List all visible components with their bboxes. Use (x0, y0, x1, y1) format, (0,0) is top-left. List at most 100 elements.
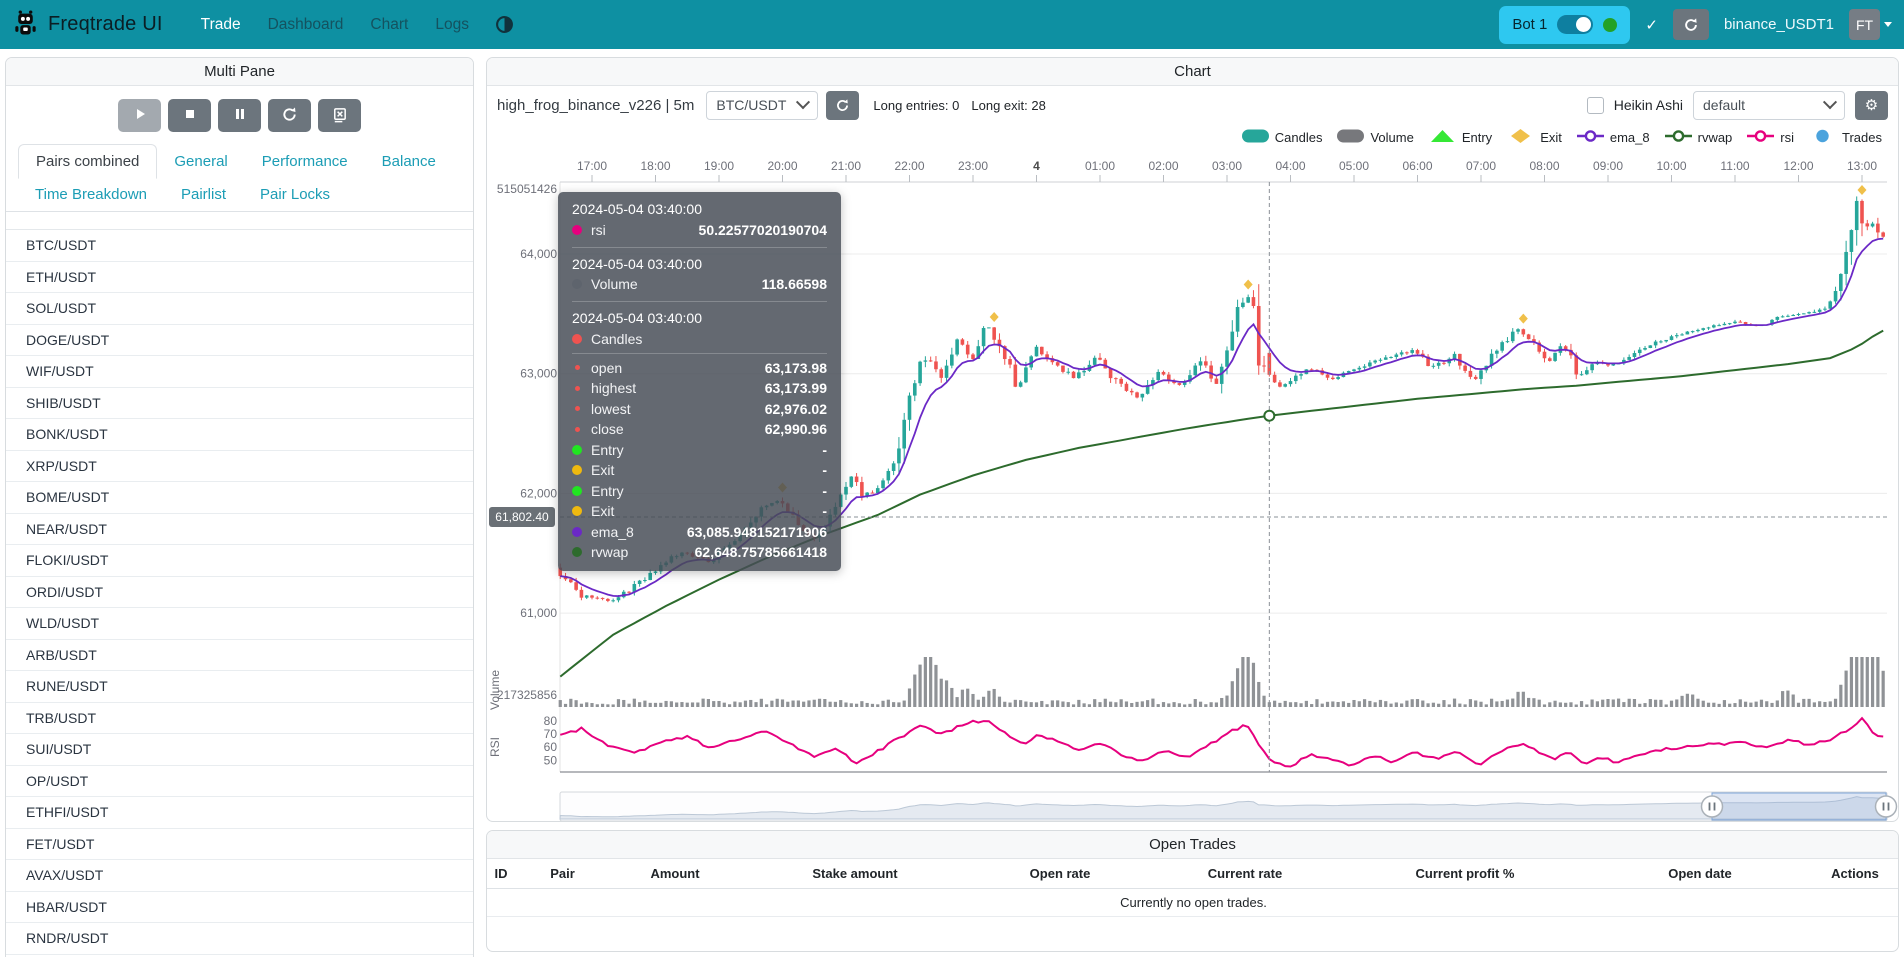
volume-bar (564, 704, 567, 707)
legend-item-trades[interactable]: Trades (1809, 129, 1882, 146)
tab-time-breakdown[interactable]: Time Breakdown (18, 178, 164, 211)
candle-body (1283, 384, 1287, 387)
bot-selector[interactable]: Bot 1 (1499, 6, 1630, 44)
user-menu[interactable]: FT (1849, 9, 1892, 40)
plot-settings-button[interactable]: ⚙ (1855, 91, 1888, 120)
tab-pair-locks[interactable]: Pair Locks (243, 178, 347, 211)
play-button[interactable] (118, 99, 161, 132)
nav-link-chart[interactable]: Chart (370, 16, 408, 34)
pair-row-rndr[interactable]: RNDR/USDT (6, 923, 473, 955)
tab-performance[interactable]: Performance (245, 145, 365, 178)
pair-row-avax[interactable]: AVAX/USDT (6, 860, 473, 892)
pair-row-btc[interactable]: BTC/USDT (6, 230, 473, 262)
candle-body (1278, 382, 1282, 386)
pair-row-rune[interactable]: RUNE/USDT (6, 671, 473, 703)
tab-balance[interactable]: Balance (365, 145, 453, 178)
legend-item-rvwap[interactable]: rvwap (1665, 129, 1733, 146)
gear-icon: ⚙ (1865, 96, 1878, 114)
refresh-chart-button[interactable] (826, 91, 859, 120)
chevron-down-icon (1823, 95, 1837, 109)
avatar[interactable]: FT (1849, 9, 1880, 40)
pair-row-sui[interactable]: SUI/USDT (6, 734, 473, 766)
pair-select[interactable]: BTC/USDT (706, 91, 818, 120)
candle-body (580, 590, 584, 598)
candle-body (1014, 365, 1018, 387)
candle-body (1855, 201, 1859, 230)
reload-bot-button[interactable] (1673, 9, 1709, 40)
candle-body (1379, 360, 1383, 361)
brand[interactable]: Freqtrade UI (12, 9, 163, 41)
volume-bar (1067, 702, 1070, 707)
candle-body (1246, 297, 1250, 303)
time-axis-label: 23:00 (958, 159, 988, 173)
pair-row-ethfi[interactable]: ETHFI/USDT (6, 797, 473, 829)
candle-body (1818, 310, 1822, 312)
legend-item-ema_8[interactable]: ema_8 (1577, 129, 1650, 146)
pair-row-doge[interactable]: DOGE/USDT (6, 325, 473, 357)
pair-row-xrp[interactable]: XRP/USDT (6, 451, 473, 483)
pair-row-shib[interactable]: SHIB/USDT (6, 388, 473, 420)
nav-link-logs[interactable]: Logs (435, 16, 469, 34)
volume-bar (897, 702, 900, 707)
volume-bar (612, 704, 615, 707)
tab-pairs-combined[interactable]: Pairs combined (18, 144, 157, 179)
candle-body (1675, 335, 1679, 336)
tooltip-timestamp: 2024-05-04 03:40:00 (572, 310, 827, 326)
tooltip-series-value: 50.22577020190704 (699, 222, 827, 238)
volume-bar (977, 700, 980, 707)
legend-item-exit[interactable]: Exit (1507, 129, 1562, 146)
nav-link-dashboard[interactable]: Dashboard (268, 16, 344, 34)
tab-general[interactable]: General (157, 145, 244, 178)
volume-bar (559, 700, 562, 707)
legend-item-entry[interactable]: Entry (1429, 129, 1492, 146)
stop-button[interactable] (168, 99, 211, 132)
reload-button[interactable] (268, 99, 311, 132)
datazoom-handle-left[interactable] (1702, 796, 1723, 817)
tab-pairlist[interactable]: Pairlist (164, 178, 243, 211)
volume-bar (786, 702, 789, 707)
pair-row-floki[interactable]: FLOKI/USDT (6, 545, 473, 577)
volume-bar (1781, 691, 1784, 707)
volume-bar (1458, 704, 1461, 707)
series-marker-icon (572, 445, 582, 455)
volume-bar (1040, 701, 1043, 707)
pair-row-op[interactable]: OP/USDT (6, 766, 473, 798)
nav-link-trade[interactable]: Trade (201, 16, 241, 34)
bot-toggle[interactable] (1557, 15, 1593, 34)
pair-row-arb[interactable]: ARB/USDT (6, 640, 473, 672)
plot-config-select[interactable]: default (1693, 91, 1845, 120)
pair-row-wif[interactable]: WIF/USDT (6, 356, 473, 388)
pair-row-bome[interactable]: BOME/USDT (6, 482, 473, 514)
candle-body (1543, 352, 1547, 359)
pair-row-ordi[interactable]: ORDI/USDT (6, 577, 473, 609)
pair-row-bonk[interactable]: BONK/USDT (6, 419, 473, 451)
volume-bar (1194, 699, 1197, 707)
candle-body (1077, 372, 1081, 378)
pair-row-trb[interactable]: TRB/USDT (6, 703, 473, 735)
theme-toggle-icon[interactable] (495, 15, 514, 34)
heikin-ashi-checkbox[interactable] (1587, 97, 1604, 114)
pause-button[interactable] (218, 99, 261, 132)
volume-bar (1083, 703, 1086, 707)
volume-bar (1770, 703, 1773, 707)
candlestick-chart[interactable]: 64,00063,00062,00061,00017:0018:0019:002… (487, 150, 1898, 822)
legend-item-rsi[interactable]: rsi (1747, 129, 1794, 146)
legend-item-candles[interactable]: Candles (1242, 129, 1323, 146)
volume-bar (1469, 699, 1472, 707)
pair-row-sol[interactable]: SOL/USDT (6, 293, 473, 325)
pair-row-fet[interactable]: FET/USDT (6, 829, 473, 861)
datazoom-handle-right[interactable] (1876, 796, 1897, 817)
pair-row-wld[interactable]: WLD/USDT (6, 608, 473, 640)
legend-item-volume[interactable]: Volume (1337, 129, 1413, 146)
volume-bar (664, 701, 667, 707)
time-axis-label: 21:00 (831, 159, 861, 173)
candle-body (1733, 322, 1737, 323)
pair-row-near[interactable]: NEAR/USDT (6, 514, 473, 546)
volume-bar (1305, 701, 1308, 707)
pair-row-hbar[interactable]: HBAR/USDT (6, 892, 473, 924)
pair-row-eth[interactable]: ETH/USDT (6, 262, 473, 294)
candle-body (1712, 325, 1716, 327)
exchange-account-label: binance_USDT1 (1724, 16, 1834, 33)
clear-log-button[interactable] (318, 99, 361, 132)
time-axis-label: 06:00 (1402, 159, 1432, 173)
